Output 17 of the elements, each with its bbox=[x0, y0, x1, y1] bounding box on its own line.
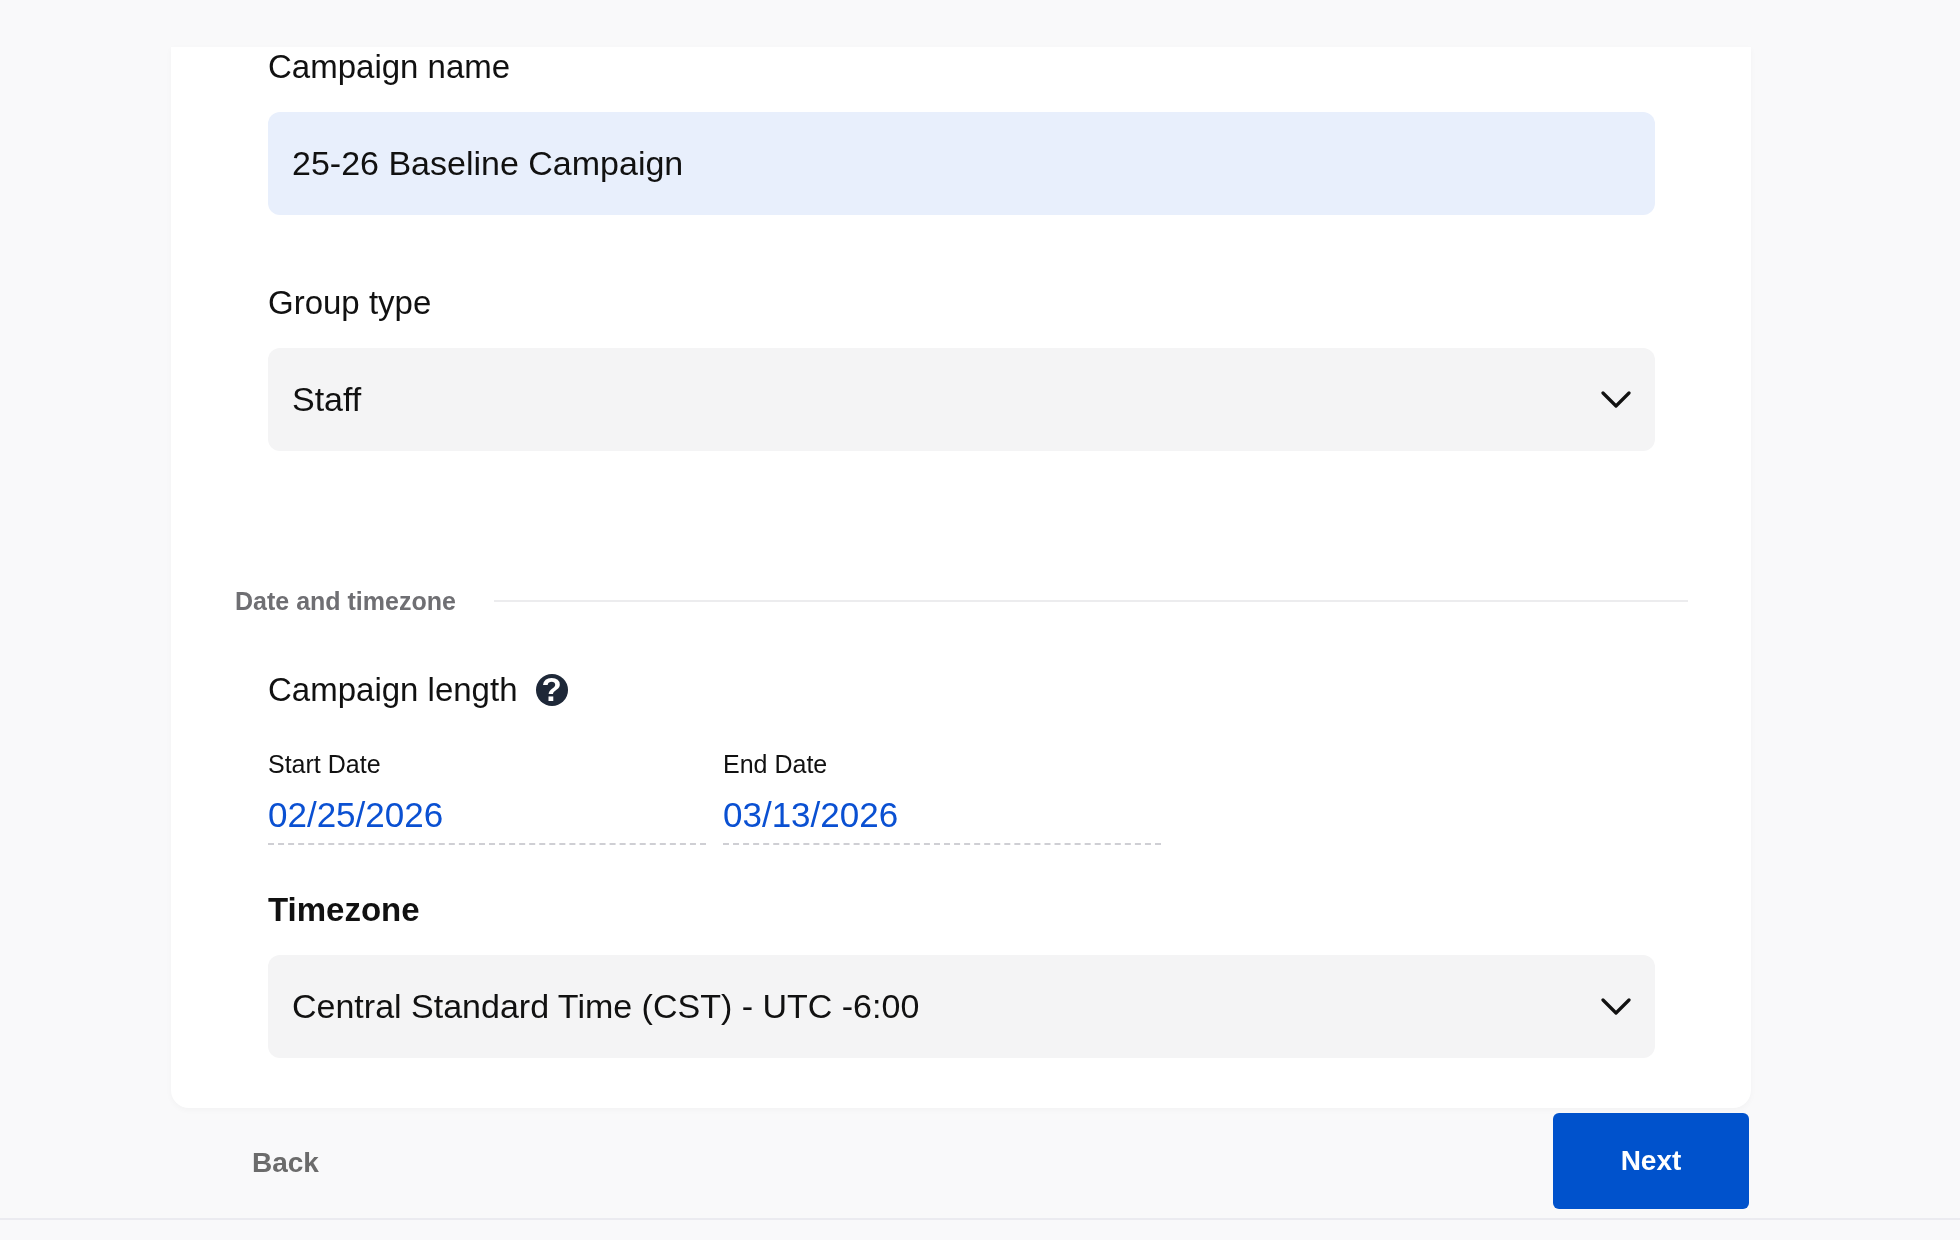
field-label: Campaign name bbox=[268, 47, 511, 87]
date-field[interactable]: 02/25/2026 bbox=[268, 795, 706, 845]
section-heading: Date and timezone bbox=[235, 586, 456, 616]
field-label: Campaign length bbox=[268, 670, 518, 710]
date-label: Start Date bbox=[268, 749, 381, 779]
back-button[interactable]: Back bbox=[252, 1147, 319, 1179]
date-label: End Date bbox=[723, 749, 828, 779]
chevron-down-icon bbox=[1601, 997, 1631, 1016]
dropdown-field[interactable]: Central Standard Time (CST) - UTC -6:00 bbox=[268, 955, 1655, 1058]
field-label: Timezone bbox=[268, 890, 420, 930]
chevron-down-icon bbox=[1601, 390, 1631, 409]
next-button[interactable]: Next bbox=[1553, 1113, 1749, 1209]
text-field[interactable]: 25-26 Baseline Campaign bbox=[268, 112, 1655, 215]
date-field[interactable]: 03/13/2026 bbox=[723, 795, 1161, 845]
help-icon[interactable]: ? bbox=[535, 674, 568, 706]
dropdown-field[interactable]: Staff bbox=[268, 348, 1655, 451]
field-label: Group type bbox=[268, 283, 432, 323]
